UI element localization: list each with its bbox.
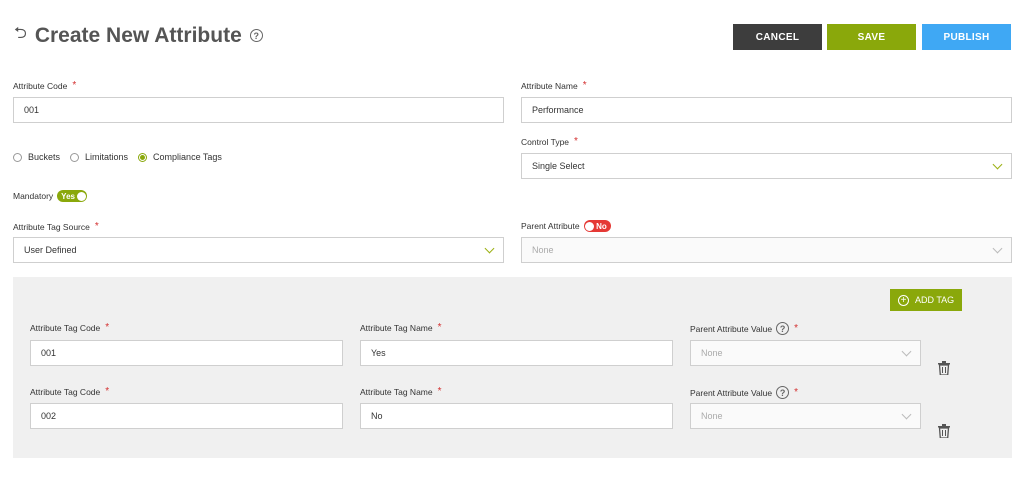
- parent-value-label: Parent Attribute Value ? *: [690, 322, 798, 335]
- tag-name-label: Attribute Tag Name *: [360, 322, 442, 333]
- required-mark: *: [72, 80, 77, 91]
- radio-compliance-tags-label: Compliance Tags: [153, 152, 222, 162]
- radio-buckets[interactable]: [13, 152, 22, 162]
- mandatory-toggle[interactable]: Yes: [57, 190, 88, 202]
- help-icon[interactable]: ?: [776, 386, 790, 399]
- chevron-down-icon: [992, 243, 1003, 254]
- save-button[interactable]: SAVE: [827, 24, 916, 50]
- parent-value-select[interactable]: None: [690, 403, 921, 429]
- tag-code-label: Attribute Tag Code *: [30, 322, 110, 333]
- parent-attribute-row: Parent Attribute No: [521, 220, 611, 232]
- tag-source-select[interactable]: User Defined: [13, 237, 504, 263]
- trash-icon[interactable]: [938, 424, 950, 438]
- chevron-down-icon: [484, 243, 495, 254]
- toggle-knob: [585, 221, 595, 231]
- plus-circle-icon: +: [898, 294, 909, 306]
- required-mark: *: [437, 322, 442, 333]
- tag-name-input[interactable]: Yes: [360, 340, 673, 366]
- tag-code-label: Attribute Tag Code *: [30, 386, 110, 397]
- tags-panel: [13, 277, 1012, 458]
- tag-source-label: Attribute Tag Source *: [13, 221, 99, 232]
- required-mark: *: [794, 387, 798, 398]
- help-icon[interactable]: ?: [249, 29, 263, 42]
- chevron-down-icon: [901, 409, 912, 420]
- required-mark: *: [437, 386, 442, 397]
- required-mark: *: [794, 323, 798, 334]
- tag-name-input[interactable]: No: [360, 403, 673, 429]
- toggle-knob: [76, 191, 86, 201]
- attribute-type-radio-group: Buckets Limitations Compliance Tags: [13, 152, 222, 162]
- attribute-name-label: Attribute Name *: [521, 80, 587, 91]
- parent-attribute-select[interactable]: None: [521, 237, 1012, 263]
- parent-attribute-toggle[interactable]: No: [583, 220, 611, 232]
- required-mark: *: [105, 322, 110, 333]
- page-header: ⮌ Create New Attribute ?: [14, 22, 263, 49]
- help-icon[interactable]: ?: [776, 322, 790, 335]
- required-mark: *: [105, 386, 110, 397]
- chevron-down-icon: [901, 346, 912, 357]
- required-mark: *: [582, 80, 587, 91]
- attribute-code-label: Attribute Code *: [13, 80, 77, 91]
- control-type-label: Control Type *: [521, 136, 578, 147]
- attribute-name-input[interactable]: Performance: [521, 97, 1012, 123]
- tag-name-label: Attribute Tag Name *: [360, 386, 442, 397]
- publish-button[interactable]: PUBLISH: [922, 24, 1011, 50]
- add-tag-button[interactable]: + ADD TAG: [890, 289, 962, 311]
- attribute-code-input[interactable]: 001: [13, 97, 504, 123]
- required-mark: *: [94, 221, 99, 232]
- mandatory-row: Mandatory Yes: [13, 190, 88, 202]
- tag-code-input[interactable]: 002: [30, 403, 343, 429]
- radio-limitations-label: Limitations: [85, 152, 129, 162]
- parent-value-label: Parent Attribute Value ? *: [690, 386, 798, 399]
- page-title: Create New Attribute: [34, 23, 242, 47]
- control-type-select[interactable]: Single Select: [521, 153, 1012, 179]
- chevron-down-icon: [992, 159, 1003, 170]
- radio-compliance-tags[interactable]: [138, 152, 148, 162]
- radio-buckets-label: Buckets: [28, 152, 61, 162]
- tag-code-input[interactable]: 001: [30, 340, 343, 366]
- parent-attribute-label: Parent Attribute: [521, 221, 580, 231]
- cancel-button[interactable]: CANCEL: [733, 24, 822, 50]
- trash-icon[interactable]: [938, 361, 950, 375]
- back-arrow-icon[interactable]: ⮌: [14, 22, 27, 49]
- parent-value-select[interactable]: None: [690, 340, 921, 366]
- radio-limitations[interactable]: [70, 152, 80, 162]
- mandatory-label: Mandatory: [13, 191, 54, 201]
- required-mark: *: [574, 136, 578, 147]
